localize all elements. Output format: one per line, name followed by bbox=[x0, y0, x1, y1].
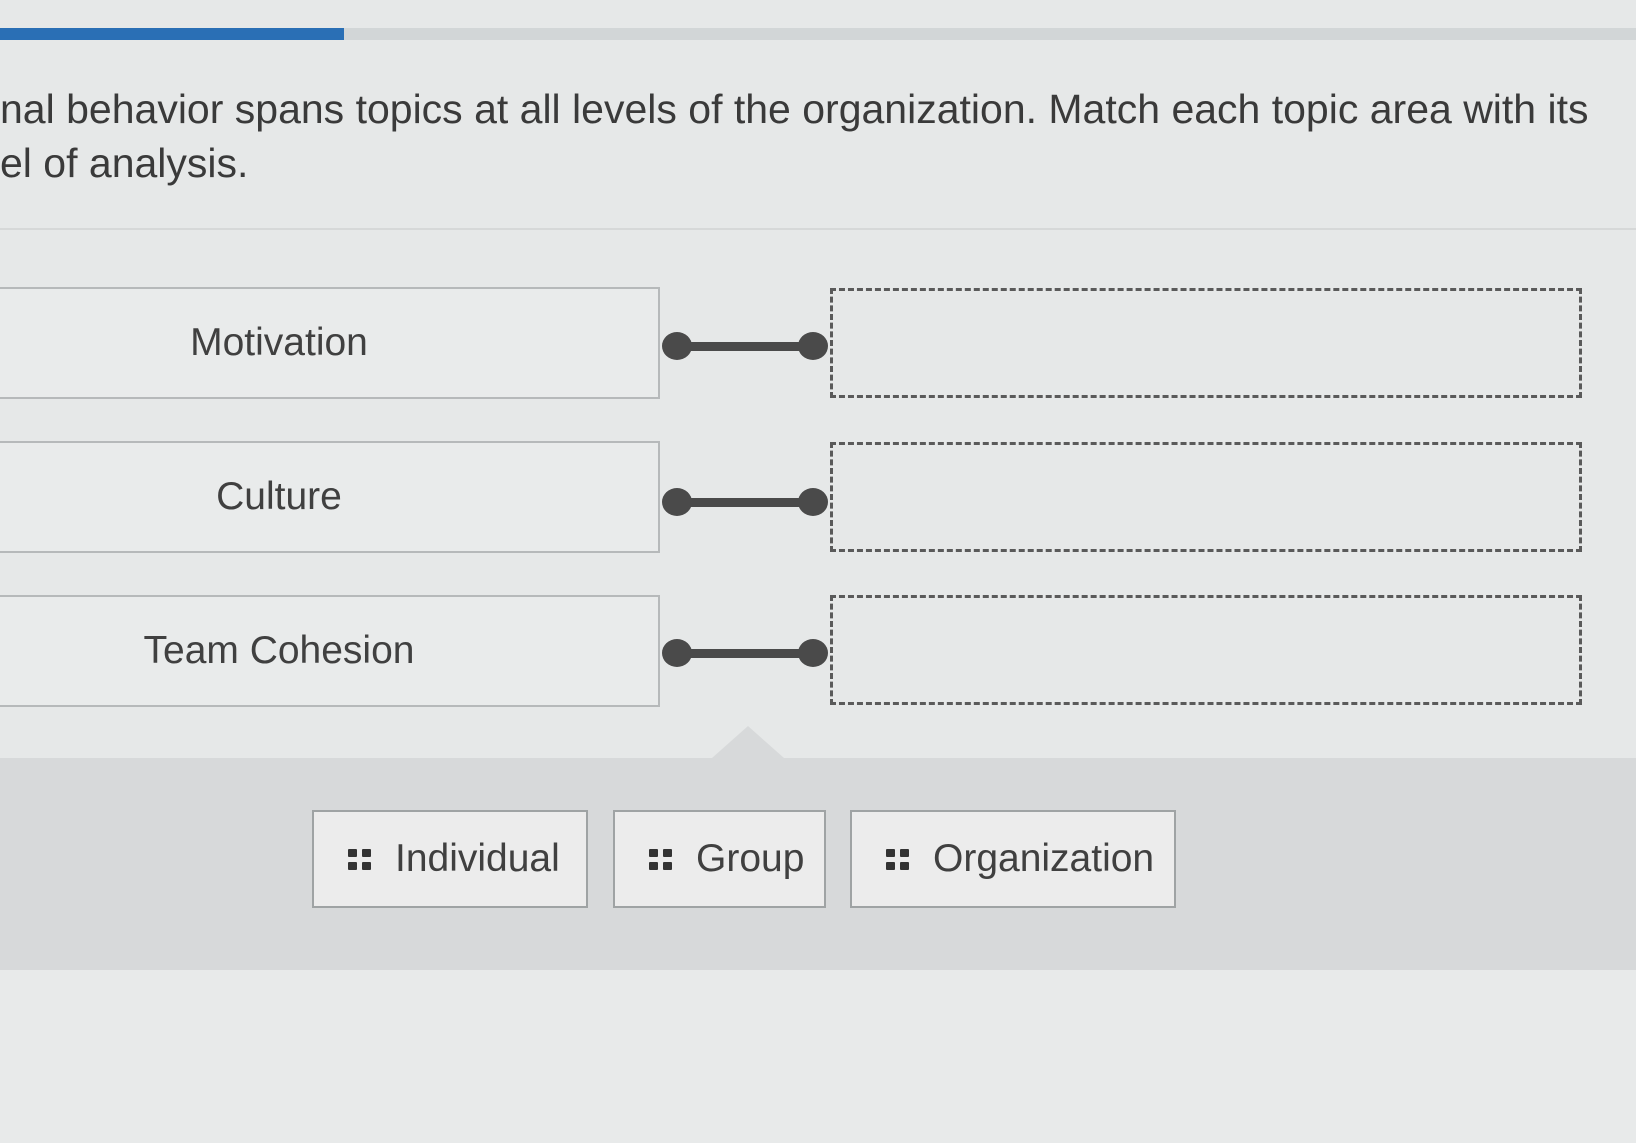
connector-dot-right bbox=[798, 332, 828, 360]
answer-label: Group bbox=[696, 837, 805, 880]
page-footer-area bbox=[0, 970, 1636, 1143]
prompt-box-motivation: Motivation bbox=[0, 287, 660, 399]
connector-dot-left bbox=[662, 332, 692, 360]
connector-line bbox=[662, 638, 828, 668]
answer-chip-organization[interactable]: Organization bbox=[850, 810, 1176, 908]
drag-grip-icon bbox=[348, 848, 371, 870]
answer-label: Organization bbox=[933, 837, 1155, 880]
matching-question-page: nal behavior spans topics at all levels … bbox=[0, 0, 1636, 1143]
answer-chip-individual[interactable]: Individual bbox=[312, 810, 588, 908]
connector-line bbox=[662, 487, 828, 517]
prompt-label: Motivation bbox=[190, 321, 368, 364]
drag-grip-icon bbox=[649, 848, 672, 870]
divider bbox=[0, 228, 1636, 230]
connector-dot-right bbox=[798, 639, 828, 667]
answer-label: Individual bbox=[395, 837, 560, 880]
connector-dot-left bbox=[662, 639, 692, 667]
question-line-1: nal behavior spans topics at all levels … bbox=[0, 86, 1589, 132]
drop-zone-team-cohesion[interactable] bbox=[830, 595, 1582, 705]
answer-chip-group[interactable]: Group bbox=[613, 810, 826, 908]
progress-bar-fill bbox=[0, 28, 344, 40]
connector-dot-right bbox=[798, 488, 828, 516]
drop-zone-culture[interactable] bbox=[830, 442, 1582, 552]
question-text: nal behavior spans topics at all levels … bbox=[0, 82, 1600, 190]
connector-bar bbox=[676, 649, 812, 658]
prompt-label: Culture bbox=[216, 475, 342, 518]
connector-bar bbox=[676, 498, 812, 507]
progress-bar bbox=[0, 28, 1636, 40]
prompt-box-team-cohesion: Team Cohesion bbox=[0, 595, 660, 707]
connector-line bbox=[662, 331, 828, 361]
prompt-label: Team Cohesion bbox=[143, 629, 415, 672]
prompt-box-culture: Culture bbox=[0, 441, 660, 553]
tray-pointer bbox=[712, 726, 784, 758]
drop-zone-motivation[interactable] bbox=[830, 288, 1582, 398]
connector-bar bbox=[676, 342, 812, 351]
connector-dot-left bbox=[662, 488, 692, 516]
drag-grip-icon bbox=[886, 848, 909, 870]
question-line-2: el of analysis. bbox=[0, 140, 249, 186]
